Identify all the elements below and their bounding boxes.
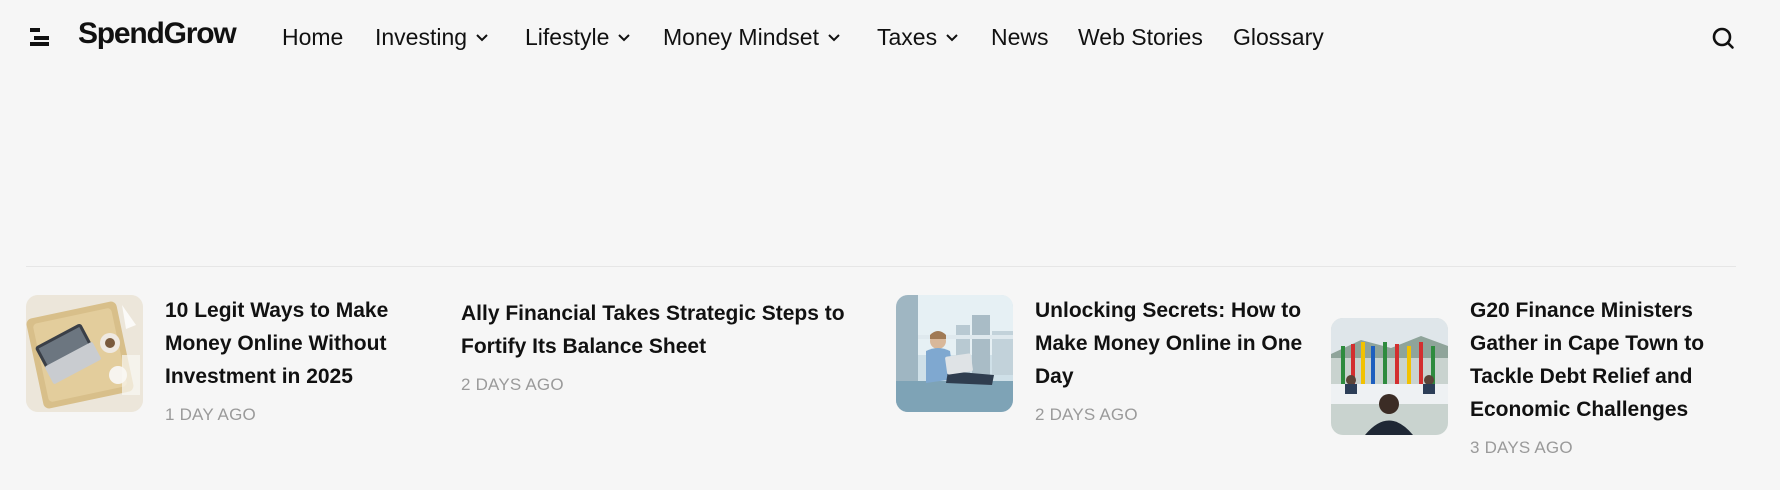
nav-item-home[interactable]: Home (282, 24, 375, 51)
menu-bar (30, 42, 49, 46)
post-date: 2 DAYS AGO (1035, 405, 1138, 424)
post-card: G20 Finance Ministers Gather in Cape Tow… (1331, 294, 1720, 458)
nav-item-glossary[interactable]: Glossary (1233, 24, 1343, 51)
nav-item-label: Taxes (877, 23, 938, 50)
main-nav: Home Investing Lifestyle Money Mindset T… (282, 0, 1343, 74)
hamburger-menu-icon[interactable] (30, 27, 50, 47)
laptop-desk-image (26, 295, 143, 412)
post-title[interactable]: G20 Finance Ministers Gather in Cape Tow… (1470, 294, 1720, 426)
post-body: G20 Finance Ministers Gather in Cape Tow… (1470, 294, 1720, 458)
post-title[interactable]: 10 Legit Ways to Make Money Online Witho… (165, 294, 415, 393)
nav-item-label: Lifestyle (525, 23, 610, 50)
nav-item-label: News (991, 23, 1049, 50)
site-header: SpendGrow Home Investing Lifestyle Money… (0, 0, 1780, 74)
nav-item-investing[interactable]: Investing (375, 24, 525, 51)
chevron-down-icon (828, 34, 840, 42)
nav-item-lifestyle[interactable]: Lifestyle (525, 24, 663, 51)
site-logo[interactable]: SpendGrow (78, 17, 237, 51)
chevron-down-icon (476, 34, 488, 42)
nav-item-label: Glossary (1233, 23, 1324, 50)
post-card: 10 Legit Ways to Make Money Online Witho… (26, 294, 415, 425)
nav-item-news[interactable]: News (991, 24, 1078, 51)
post-title[interactable]: Ally Financial Takes Strategic Steps to … (461, 297, 861, 363)
post-body: Ally Financial Takes Strategic Steps to … (461, 297, 861, 395)
nav-item-web-stories[interactable]: Web Stories (1078, 24, 1233, 51)
post-date: 2 DAYS AGO (461, 375, 564, 394)
menu-bar (30, 28, 40, 32)
nav-item-label: Money Mindset (663, 23, 819, 50)
nav-item-taxes[interactable]: Taxes (877, 24, 991, 51)
post-card: Ally Financial Takes Strategic Steps to … (461, 297, 861, 395)
section-divider (26, 266, 1736, 267)
post-body: Unlocking Secrets: How to Make Money Onl… (1035, 294, 1310, 425)
nav-item-label: Web Stories (1078, 23, 1203, 50)
nav-item-money-mindset[interactable]: Money Mindset (663, 24, 877, 51)
chevron-down-icon (946, 34, 958, 42)
man-with-laptop-image (896, 295, 1013, 412)
nav-item-label: Home (282, 23, 344, 50)
post-date: 3 DAYS AGO (1470, 438, 1573, 457)
post-body: 10 Legit Ways to Make Money Online Witho… (165, 294, 415, 425)
post-title[interactable]: Unlocking Secrets: How to Make Money Onl… (1035, 294, 1310, 393)
search-icon[interactable] (1711, 26, 1735, 50)
post-thumbnail[interactable] (26, 295, 143, 412)
post-card: Unlocking Secrets: How to Make Money Onl… (896, 294, 1310, 425)
g20-meeting-image (1331, 318, 1448, 435)
post-date: 1 DAY AGO (165, 405, 256, 424)
post-thumbnail[interactable] (1331, 318, 1448, 435)
menu-bar (34, 36, 49, 40)
nav-item-label: Investing (375, 23, 468, 50)
post-thumbnail[interactable] (896, 295, 1013, 412)
chevron-down-icon (618, 34, 631, 42)
